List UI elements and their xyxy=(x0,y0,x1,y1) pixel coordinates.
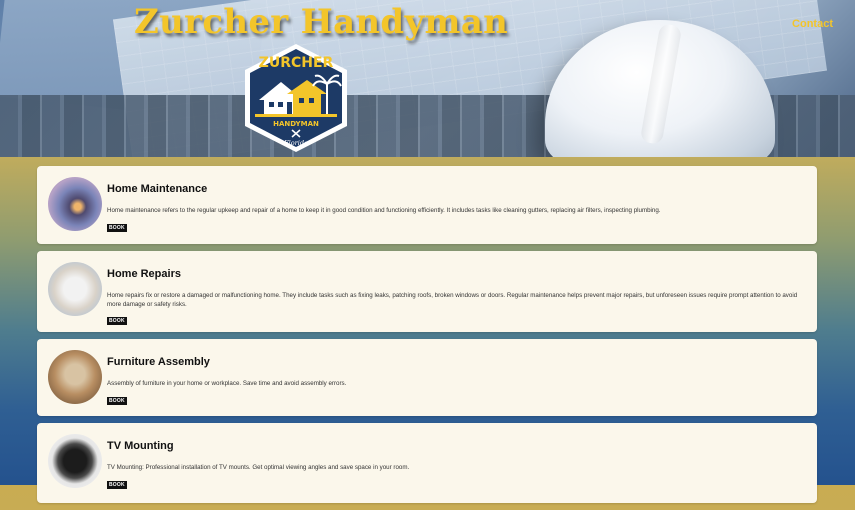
service-card-home-maintenance: Home Maintenance Home maintenance refers… xyxy=(37,166,817,244)
service-description: Home maintenance refers to the regular u… xyxy=(107,207,661,214)
book-button[interactable]: BOOK xyxy=(107,317,127,325)
furniture-assembly-image xyxy=(48,350,102,404)
site-title: Zurcher Handyman xyxy=(134,2,509,42)
logo-middle-text: HANDYMAN xyxy=(273,120,319,128)
book-button[interactable]: BOOK xyxy=(107,223,127,232)
book-button[interactable]: BOOK xyxy=(107,396,127,405)
logo-top-text: ZURCHER xyxy=(259,55,334,71)
service-title: TV Mounting xyxy=(107,440,174,452)
service-title: Furniture Assembly xyxy=(107,356,210,368)
service-card-home-repairs: Home Repairs Home repairs fix or restore… xyxy=(37,251,817,332)
home-repairs-image xyxy=(48,262,102,316)
service-title: Home Repairs xyxy=(107,268,181,280)
tv-mounting-image xyxy=(48,434,102,488)
logo-bottom-text: Florida xyxy=(283,139,308,147)
service-description: TV Mounting: Professional installation o… xyxy=(107,464,410,471)
service-card-furniture-assembly: Furniture Assembly Assembly of furniture… xyxy=(37,339,817,416)
service-description: Assembly of furniture in your home or wo… xyxy=(107,380,347,387)
service-card-tv-mounting: TV Mounting TV Mounting: Professional in… xyxy=(37,423,817,503)
home-maintenance-image xyxy=(48,177,102,231)
service-description: Home repairs fix or restore a damaged or… xyxy=(107,292,798,308)
service-title: Home Maintenance xyxy=(107,183,208,195)
company-logo[interactable]: ZURCHER HANDYMAN Florida xyxy=(237,42,355,154)
services-list: Home Maintenance Home maintenance refers… xyxy=(37,166,817,510)
contact-link[interactable]: Contact xyxy=(792,18,833,30)
